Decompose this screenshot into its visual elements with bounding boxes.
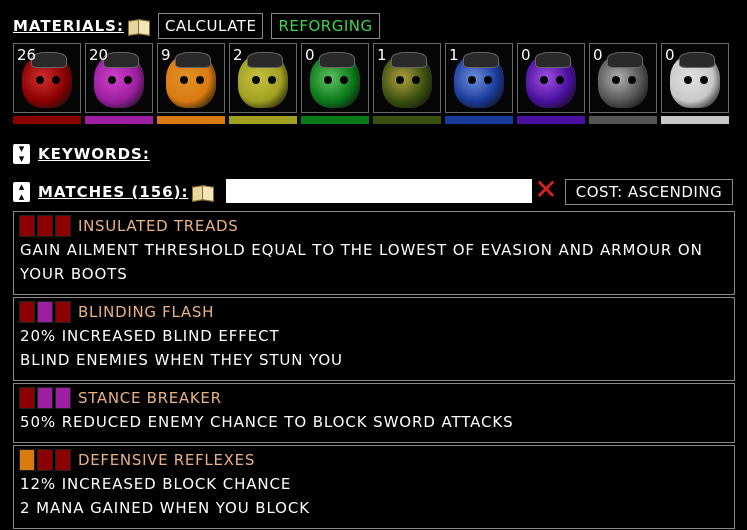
- result-header: BLINDING FLASH: [14, 300, 734, 324]
- material-item[interactable]: 1: [445, 43, 513, 127]
- materials-grid: 26 20 9 2 0 1 1 0 0 0: [13, 43, 735, 128]
- result-card[interactable]: INSULATED TREADS GAIN AILMENT THRESHOLD E…: [13, 211, 735, 295]
- material-slot: [19, 215, 35, 237]
- material-color-bar: [661, 116, 729, 124]
- result-effect-line: 20% INCREASED BLIND EFFECT: [20, 327, 280, 345]
- material-color-bar: [517, 116, 585, 124]
- skull-icon: [526, 52, 576, 108]
- material-color-bar: [301, 116, 369, 124]
- material-color-bar: [373, 116, 441, 124]
- result-name: DEFENSIVE REFLEXES: [78, 451, 256, 469]
- material-count: 1: [449, 46, 459, 64]
- material-color-bar: [13, 116, 81, 124]
- result-name: INSULATED TREADS: [78, 217, 239, 235]
- result-header: STANCE BREAKER: [14, 386, 734, 410]
- material-item[interactable]: 0: [589, 43, 657, 127]
- expand-chevron-icon[interactable]: ▾ ▾: [13, 143, 30, 164]
- result-header: DEFENSIVE REFLEXES: [14, 448, 734, 472]
- material-tile[interactable]: 0: [661, 43, 729, 113]
- material-item[interactable]: 0: [661, 43, 729, 127]
- result-card[interactable]: STANCE BREAKER 50% REDUCED ENEMY CHANCE T…: [13, 383, 735, 443]
- material-count: 20: [89, 46, 109, 64]
- material-tile[interactable]: 1: [445, 43, 513, 113]
- material-tile[interactable]: 2: [229, 43, 297, 113]
- material-item[interactable]: 26: [13, 43, 81, 127]
- material-count: 0: [665, 46, 675, 64]
- toolbar: MATERIALS: CALCULATE REFORGING: [13, 13, 380, 39]
- material-count: 26: [17, 46, 37, 64]
- clear-search-icon[interactable]: ✕: [534, 176, 558, 204]
- sort-button[interactable]: COST: ASCENDING: [565, 179, 733, 205]
- material-slot: [19, 301, 35, 323]
- result-header: INSULATED TREADS: [14, 214, 734, 238]
- material-tile[interactable]: 20: [85, 43, 153, 113]
- material-count: 0: [521, 46, 531, 64]
- material-slot: [19, 387, 35, 409]
- keywords-section: ▾ ▾ KEYWORDS:: [13, 143, 150, 165]
- book-icon[interactable]: [128, 18, 150, 34]
- result-name: STANCE BREAKER: [78, 389, 222, 407]
- material-count: 9: [161, 46, 171, 64]
- material-item[interactable]: 9: [157, 43, 225, 127]
- material-slot: [55, 387, 71, 409]
- material-count: 1: [377, 46, 387, 64]
- material-tile[interactable]: 1: [373, 43, 441, 113]
- material-color-bar: [589, 116, 657, 124]
- material-slot: [37, 449, 53, 471]
- material-slot: [37, 301, 53, 323]
- result-effect-line: BLIND ENEMIES WHEN THEY STUN YOU: [20, 351, 343, 369]
- material-tile[interactable]: 0: [589, 43, 657, 113]
- material-color-bar: [445, 116, 513, 124]
- material-count: 2: [233, 46, 243, 64]
- material-tile[interactable]: 26: [13, 43, 81, 113]
- material-item[interactable]: 20: [85, 43, 153, 127]
- skull-icon: [382, 52, 432, 108]
- material-slot: [19, 449, 35, 471]
- result-name: BLINDING FLASH: [78, 303, 215, 321]
- result-card[interactable]: BLINDING FLASH 20% INCREASED BLIND EFFECT…: [13, 297, 735, 381]
- skull-icon: [310, 52, 360, 108]
- result-effect-line: 12% INCREASED BLOCK CHANCE: [20, 475, 292, 493]
- result-effect-line: 50% REDUCED ENEMY CHANCE TO BLOCK SWORD …: [20, 413, 514, 431]
- material-color-bar: [229, 116, 297, 124]
- material-item[interactable]: 1: [373, 43, 441, 127]
- material-color-bar: [85, 116, 153, 124]
- book-icon[interactable]: [192, 184, 214, 200]
- result-effect-line: YOUR BOOTS: [20, 265, 128, 283]
- collapse-chevron-icon[interactable]: ▴ ▴: [13, 181, 30, 202]
- material-count: 0: [305, 46, 315, 64]
- material-slot: [55, 449, 71, 471]
- material-tile[interactable]: 0: [301, 43, 369, 113]
- search-input[interactable]: [226, 179, 532, 203]
- materials-heading: MATERIALS:: [13, 17, 124, 35]
- material-slot: [55, 215, 71, 237]
- material-slot: [37, 215, 53, 237]
- skull-icon: [454, 52, 504, 108]
- material-item[interactable]: 2: [229, 43, 297, 127]
- skull-icon: [598, 52, 648, 108]
- material-slot: [37, 387, 53, 409]
- skull-icon: [166, 52, 216, 108]
- material-slot: [55, 301, 71, 323]
- material-tile[interactable]: 0: [517, 43, 585, 113]
- skull-icon: [670, 52, 720, 108]
- result-effect-line: GAIN AILMENT THRESHOLD EQUAL TO THE LOWE…: [20, 241, 703, 259]
- result-effect-line: 2 MANA GAINED WHEN YOU BLOCK: [20, 499, 310, 517]
- material-tile[interactable]: 9: [157, 43, 225, 113]
- result-card[interactable]: DEFENSIVE REFLEXES 12% INCREASED BLOCK CH…: [13, 445, 735, 529]
- matches-section: ▴ ▴ MATCHES (156):: [13, 179, 214, 205]
- keywords-heading[interactable]: KEYWORDS:: [38, 145, 150, 163]
- material-color-bar: [157, 116, 225, 124]
- reforging-button[interactable]: REFORGING: [271, 13, 380, 39]
- matches-heading[interactable]: MATCHES (156):: [38, 183, 188, 201]
- calculate-button[interactable]: CALCULATE: [157, 13, 264, 39]
- skull-icon: [238, 52, 288, 108]
- material-count: 0: [593, 46, 603, 64]
- material-item[interactable]: 0: [517, 43, 585, 127]
- material-item[interactable]: 0: [301, 43, 369, 127]
